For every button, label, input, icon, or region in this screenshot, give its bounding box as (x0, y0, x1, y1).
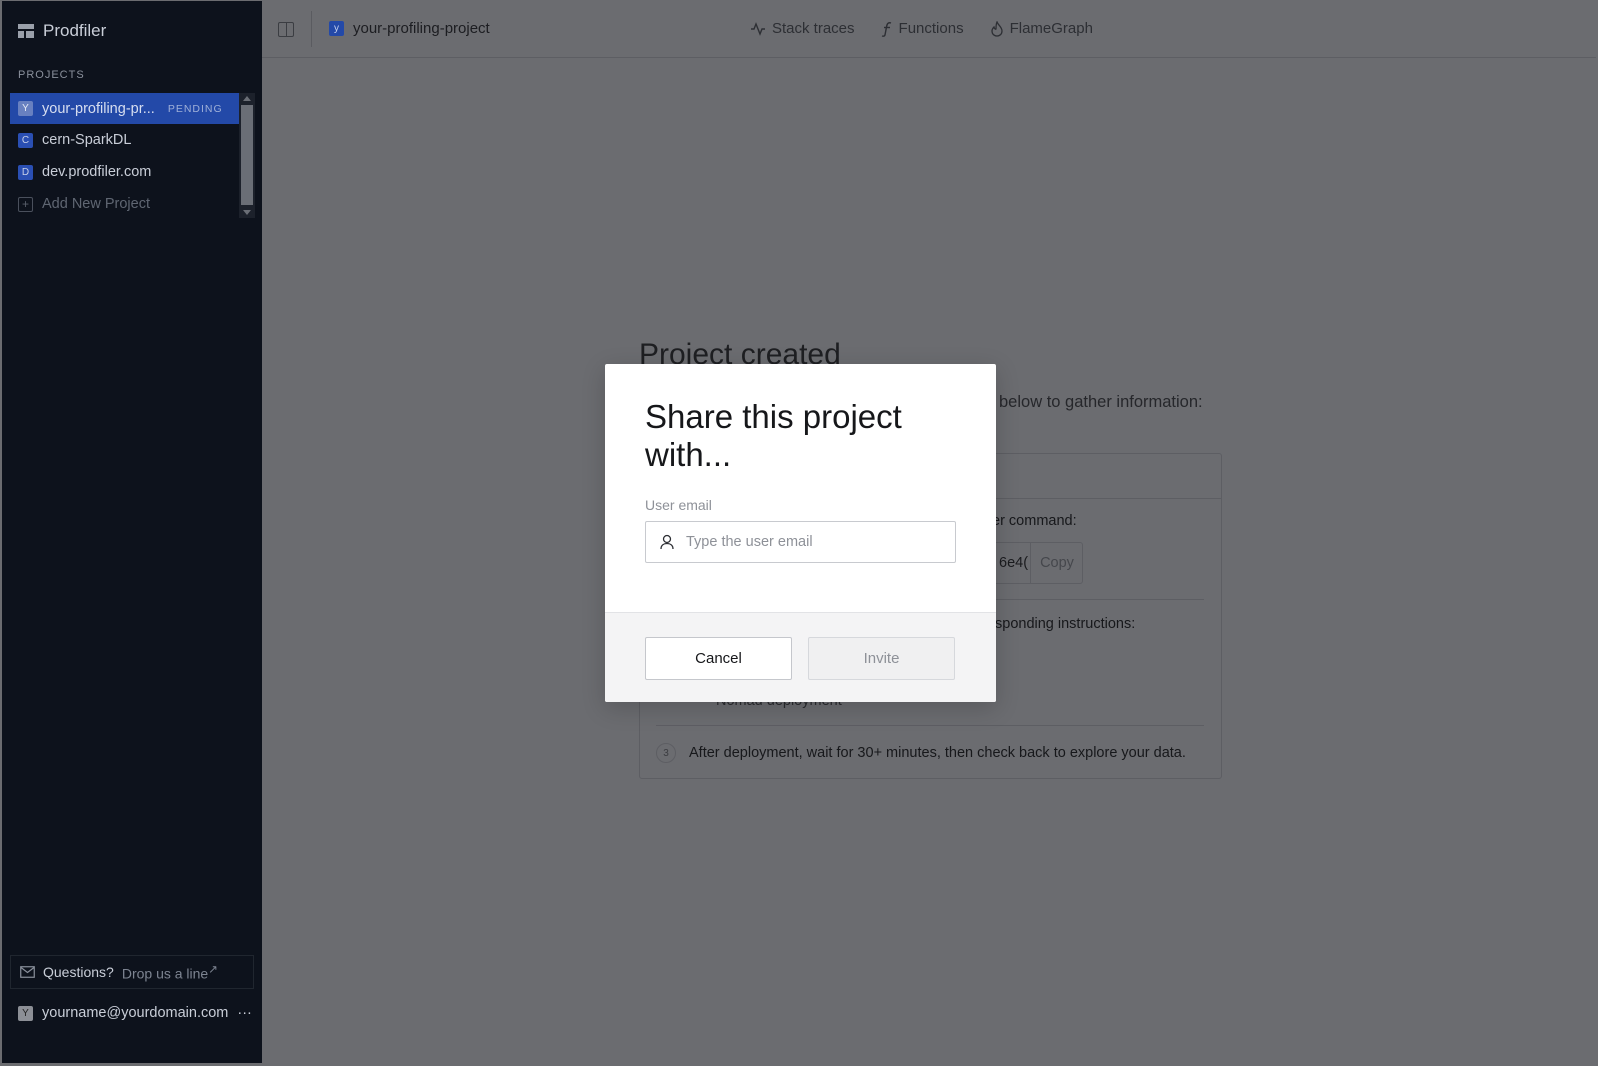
projects-section-label: PROJECTS (18, 69, 85, 81)
tab-flamegraph[interactable]: FlameGraph (990, 20, 1093, 37)
user-icon (660, 534, 674, 550)
cancel-button[interactable]: Cancel (645, 637, 792, 680)
scroll-up-arrow-icon[interactable] (243, 96, 251, 101)
scroll-down-arrow-icon[interactable] (243, 210, 251, 215)
user-email: yourname@yourdomain.com (42, 1005, 229, 1021)
dashboard-logo-icon (18, 24, 34, 38)
scrollbar-thumb[interactable] (241, 105, 253, 205)
page-description: below to gather information: (999, 393, 1203, 411)
drop-us-a-line-link[interactable]: Drop us a line↗ (122, 962, 218, 982)
app-name: Prodfiler (43, 21, 107, 40)
copy-button[interactable]: Copy (1030, 543, 1083, 583)
tab-label: Stack traces (772, 20, 855, 37)
dialog-title: Share this project with... (645, 398, 902, 473)
user-account[interactable]: Y yourname@yourdomain.com ··· (18, 1005, 252, 1021)
user-email-input[interactable] (686, 522, 951, 562)
sidebar-item-your-profiling-project[interactable]: Y your-profiling-pr... PENDING (10, 93, 242, 124)
step-1-text: er command: (992, 513, 1077, 529)
activity-icon (751, 21, 765, 36)
project-avatar: y (329, 21, 344, 36)
project-name: your-profiling-pr... (42, 100, 155, 117)
project-name: cern-SparkDL (42, 132, 132, 148)
brand[interactable]: Prodfiler (18, 20, 106, 42)
add-project-label: Add New Project (42, 196, 150, 212)
avatar: Y (18, 1005, 33, 1021)
status-badge: PENDING (167, 102, 223, 115)
sidebar: Prodfiler PROJECTS Y your-profiling-pr..… (2, 1, 262, 1063)
project-avatar: D (18, 164, 33, 180)
tab-label: FlameGraph (1009, 20, 1093, 37)
divider (656, 725, 1204, 726)
sidebar-item-dev-prodfiler[interactable]: D dev.prodfiler.com (10, 156, 242, 188)
user-email-label: User email (645, 497, 712, 513)
project-avatar: C (18, 132, 33, 148)
project-name: dev.prodfiler.com (42, 164, 152, 180)
invite-button[interactable]: Invite (808, 637, 955, 680)
tab-functions[interactable]: Functions (881, 20, 964, 37)
breadcrumb[interactable]: y your-profiling-project (329, 20, 490, 37)
current-project-name: your-profiling-project (353, 20, 490, 37)
main-nav: Stack traces Functions FlameGraph (750, 20, 1093, 37)
divider (311, 11, 312, 47)
function-icon (881, 21, 891, 37)
project-avatar: Y (18, 101, 33, 116)
step-number: 3 (656, 743, 676, 763)
sidebar-toggle-icon[interactable] (278, 22, 294, 37)
questions-contact[interactable]: Questions? Drop us a line↗ (10, 955, 254, 989)
top-bar: y your-profiling-project Stack traces Fu… (262, 1, 1596, 58)
dialog-footer: Cancel Invite (605, 612, 996, 702)
external-link-icon: ↗ (208, 963, 218, 977)
mail-icon (20, 966, 35, 978)
step-2-text: sponding instructions: (995, 616, 1136, 632)
share-project-dialog: Share this project with... User email Ca… (605, 364, 996, 702)
sidebar-item-cern-sparkdl[interactable]: C cern-SparkDL (10, 124, 242, 156)
plus-icon: + (18, 196, 33, 212)
project-list: Y your-profiling-pr... PENDING C cern-Sp… (10, 93, 242, 220)
email-field[interactable] (645, 521, 956, 563)
step-3-text: After deployment, wait for 30+ minutes, … (689, 745, 1186, 761)
questions-label: Questions? (43, 964, 114, 980)
tab-stack-traces[interactable]: Stack traces (750, 20, 855, 37)
step-3: 3 After deployment, wait for 30+ minutes… (656, 743, 1186, 763)
more-icon[interactable]: ··· (237, 1005, 252, 1021)
flame-icon (990, 20, 1003, 37)
add-new-project-button[interactable]: + Add New Project (10, 188, 242, 220)
command-value: 6e4( (999, 555, 1029, 571)
tab-label: Functions (898, 20, 964, 37)
app-window: Prodfiler PROJECTS Y your-profiling-pr..… (2, 1, 1596, 1063)
project-list-scrollbar[interactable] (239, 93, 255, 218)
